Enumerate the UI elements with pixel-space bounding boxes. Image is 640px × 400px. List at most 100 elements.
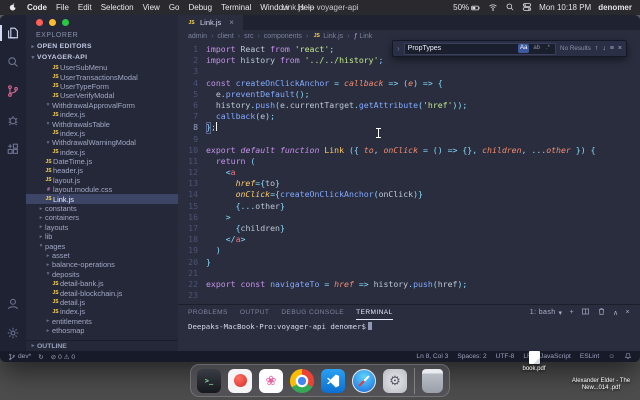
split-terminal-icon[interactable] xyxy=(581,307,590,318)
menu-selection[interactable]: Selection xyxy=(101,3,134,12)
tree-item-index-js[interactable]: JSindex.js xyxy=(26,110,178,119)
feedback-smiley-icon[interactable]: ☺ xyxy=(608,353,615,360)
breadcrumb-components[interactable]: components xyxy=(264,33,302,40)
apple-menu-icon[interactable] xyxy=(8,2,18,14)
menu-go[interactable]: Go xyxy=(169,3,180,12)
code-line-17[interactable]: 17 {children} xyxy=(178,223,640,234)
tree-item-constants[interactable]: ▸constants xyxy=(26,204,178,213)
menu-edit[interactable]: Edit xyxy=(78,3,92,12)
account-icon[interactable] xyxy=(0,294,26,314)
code-line-20[interactable]: 20} xyxy=(178,257,640,268)
close-window-button[interactable] xyxy=(36,19,43,26)
tree-item-datetime-js[interactable]: JSDateTime.js xyxy=(26,157,178,166)
menu-debug[interactable]: Debug xyxy=(188,3,212,12)
find-input[interactable]: PropTypes Aaab.* xyxy=(404,43,556,55)
code-line-7[interactable]: 7 callback(e); xyxy=(178,111,640,122)
tree-item-detail-bank-js[interactable]: JSdetail-bank.js xyxy=(26,279,178,288)
menu-code[interactable]: Code xyxy=(27,3,47,12)
menubar-user[interactable]: denomer xyxy=(598,3,632,12)
extensions-icon[interactable] xyxy=(0,139,26,159)
minimize-window-button[interactable] xyxy=(49,19,56,26)
code-line-11[interactable]: 11 return ( xyxy=(178,156,640,167)
dock-vscode-icon[interactable] xyxy=(321,369,345,393)
tree-item-pages[interactable]: ▾pages xyxy=(26,241,178,250)
tree-item-ethosmap[interactable]: ▸ethosmap xyxy=(26,326,178,335)
toggle-replace-icon[interactable]: › xyxy=(397,44,400,53)
open-editors-section[interactable]: ▸ OPEN EDITORS xyxy=(26,41,178,52)
code-line-9[interactable]: 9 xyxy=(178,134,640,145)
zoom-window-button[interactable] xyxy=(62,19,69,26)
panel-tab-problems[interactable]: PROBLEMS xyxy=(188,305,228,320)
code-line-5[interactable]: 5 e.preventDefault(); xyxy=(178,89,640,100)
code-line-8[interactable]: 8}; xyxy=(178,122,640,133)
tree-item-deposits[interactable]: ▾deposits xyxy=(26,270,178,279)
panel-tab-debug-console[interactable]: DEBUG CONSOLE xyxy=(281,305,344,320)
git-branch-indicator[interactable]: dev* xyxy=(8,353,31,361)
terminal-selector[interactable]: 1: bash ▾ xyxy=(530,309,563,317)
code-line-19[interactable]: 19 ) xyxy=(178,245,640,256)
tree-item-layout-js[interactable]: JSlayout.js xyxy=(26,176,178,185)
tab-link-js[interactable]: JS Link.js × xyxy=(178,15,243,30)
dock-trash-icon[interactable] xyxy=(422,369,443,393)
tree-item-balance-operations[interactable]: ▸balance-operations xyxy=(26,260,178,269)
source-control-icon[interactable] xyxy=(0,81,26,101)
spotlight-icon[interactable] xyxy=(505,2,515,14)
close-find-icon[interactable]: × xyxy=(618,45,622,52)
tree-item-layout-module-css[interactable]: #layout.module.css xyxy=(26,185,178,194)
menu-file[interactable]: File xyxy=(56,3,69,12)
control-center-icon[interactable] xyxy=(522,2,532,14)
code-line-6[interactable]: 6 history.push(e.currentTarget.getAttrib… xyxy=(178,100,640,111)
dock-terminal-icon[interactable]: >_ xyxy=(197,369,221,393)
tree-item-usertransactionsmodal[interactable]: JSUserTransactionsModal xyxy=(26,72,178,81)
code-line-12[interactable]: 12 <a xyxy=(178,167,640,178)
dock-chrome-icon[interactable] xyxy=(290,369,314,393)
code-line-3[interactable]: 3 xyxy=(178,66,640,77)
dock-launcher-red-icon[interactable] xyxy=(228,369,252,393)
code-line-13[interactable]: 13 href={to} xyxy=(178,178,640,189)
desktop-file-1[interactable]: Alexander Elder - The New...014 .pdf xyxy=(565,378,637,392)
code-line-23[interactable]: 23 xyxy=(178,290,640,301)
find-toggle-1[interactable]: ab xyxy=(531,44,542,53)
code-line-16[interactable]: 16 > xyxy=(178,212,640,223)
code-line-18[interactable]: 18 </a> xyxy=(178,234,640,245)
debug-icon[interactable] xyxy=(0,110,26,130)
dock-settings-icon[interactable]: ⚙ xyxy=(383,369,407,393)
code-line-22[interactable]: 22export const navigateTo = href => hist… xyxy=(178,279,640,290)
breadcrumb-link[interactable]: ƒLink xyxy=(353,33,372,40)
tree-item-detail-js[interactable]: JSdetail.js xyxy=(26,298,178,307)
tree-item-userverifymodal[interactable]: JSUserVerifyModal xyxy=(26,91,178,100)
breadcrumb-admin[interactable]: admin xyxy=(188,33,207,40)
status-eslint[interactable]: ESLint xyxy=(580,353,599,360)
explorer-icon[interactable] xyxy=(0,23,26,43)
tree-item-usersubmenu[interactable]: JSUserSubMenu xyxy=(26,63,178,72)
notifications-bell-icon[interactable] xyxy=(624,352,632,362)
tree-item-lib[interactable]: ▸lib xyxy=(26,232,178,241)
breadcrumb-client[interactable]: client xyxy=(217,33,233,40)
tree-item-withdrawalwarningmodal[interactable]: ▾WithdrawalWarningModal xyxy=(26,138,178,147)
code-line-10[interactable]: 10export default function Link ({ to, on… xyxy=(178,145,640,156)
find-toggle-2[interactable]: .* xyxy=(544,44,552,53)
find-toggle-0[interactable]: Aa xyxy=(518,44,529,53)
tree-item-link-js[interactable]: JSLink.js xyxy=(26,194,178,203)
breadcrumb-src[interactable]: src xyxy=(244,33,253,40)
dock-safari-icon[interactable] xyxy=(352,369,376,393)
find-in-selection-icon[interactable]: ≡ xyxy=(610,45,614,52)
battery-indicator[interactable]: 50% xyxy=(453,3,481,13)
tree-item-entitlements[interactable]: ▸entitlements xyxy=(26,317,178,326)
menubar-clock[interactable]: Mon 10:18 PM xyxy=(539,3,591,12)
settings-icon[interactable] xyxy=(0,323,26,343)
terminal-output[interactable]: Deepaks-MacBook-Pro:voyager-api denomer$ xyxy=(178,320,640,351)
tree-item-asset[interactable]: ▸asset xyxy=(26,251,178,260)
tree-item-withdrawalapprovalform[interactable]: ▾WithdrawalApprovalForm xyxy=(26,101,178,110)
outline-section[interactable]: ▸ OUTLINE xyxy=(26,340,178,351)
code-line-15[interactable]: 15 {...other} xyxy=(178,201,640,212)
dock-photos-icon[interactable]: ❀ xyxy=(259,369,283,393)
code-line-14[interactable]: 14 onClick={createOnClickAnchor(onClick)… xyxy=(178,189,640,200)
breadcrumb-link-js[interactable]: JSLink.js xyxy=(312,33,343,40)
tree-item-containers[interactable]: ▸containers xyxy=(26,213,178,222)
menu-view[interactable]: View xyxy=(143,3,160,12)
tree-item-header-js[interactable]: JSheader.js xyxy=(26,166,178,175)
wifi-icon[interactable] xyxy=(488,2,498,14)
search-icon[interactable] xyxy=(0,52,26,72)
close-tab-icon[interactable]: × xyxy=(229,18,234,27)
